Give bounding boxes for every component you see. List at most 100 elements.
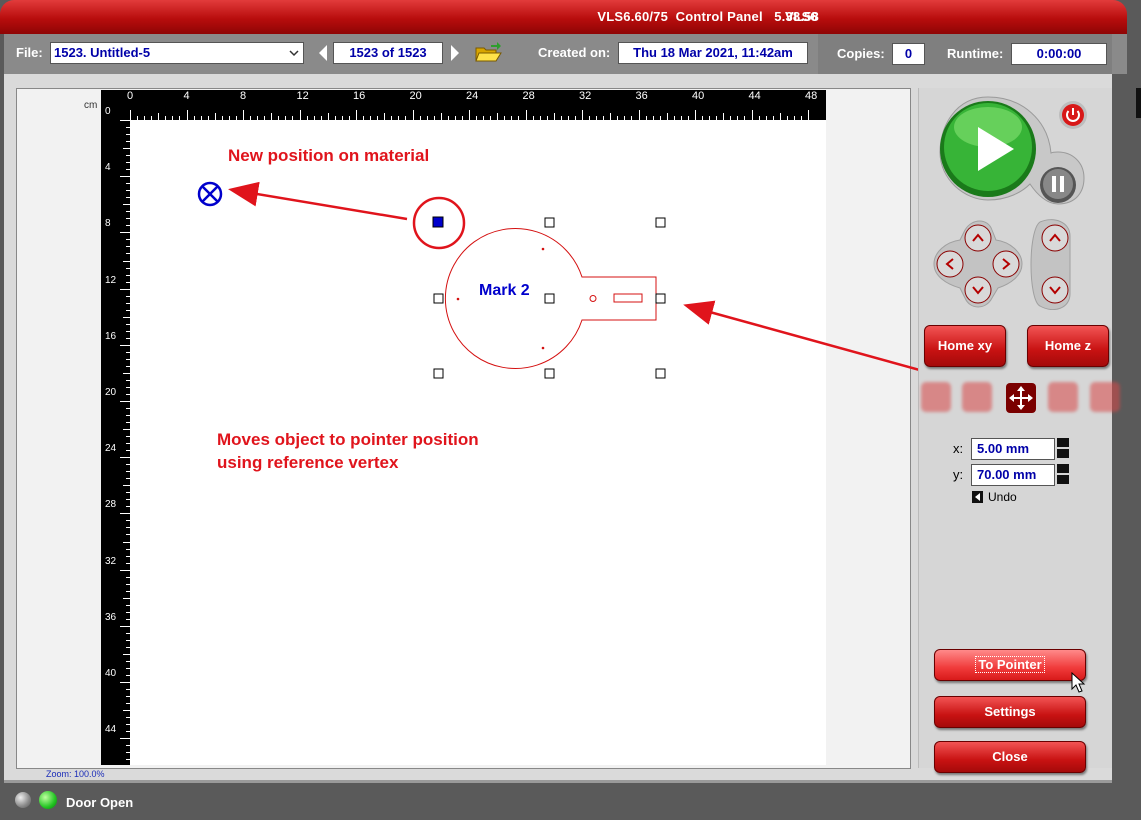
ruler-tick (384, 113, 386, 120)
ruler-tick (123, 710, 130, 712)
ruler-unit: cm (84, 100, 98, 111)
ruler-tick (278, 116, 280, 120)
ruler-tick (126, 408, 130, 410)
zoom-tool-icon[interactable] (921, 382, 951, 412)
ruler-tick (126, 134, 130, 136)
ruler-tick (126, 604, 130, 606)
ruler-tick (126, 337, 130, 339)
z-up-button[interactable] (1041, 224, 1069, 252)
ruler-tick (126, 253, 130, 255)
ruler-tick (624, 116, 626, 120)
ruler-top-label: 36 (635, 90, 648, 102)
ruler-tick (243, 110, 244, 120)
ruler-tick (126, 358, 130, 360)
ruler-tick (645, 116, 647, 120)
ruler-tick (638, 110, 640, 120)
jog-right-button[interactable] (992, 250, 1020, 278)
ruler-tick (126, 520, 130, 522)
ruler-tick (631, 116, 633, 120)
ruler-top-label: 48 (805, 90, 818, 102)
ruler-tick (126, 745, 130, 747)
ruler-tick (659, 116, 661, 120)
jog-left-button[interactable] (936, 250, 964, 278)
jog-down-button[interactable] (964, 276, 992, 304)
x-input[interactable]: 5.00 mm (971, 438, 1055, 460)
home-z-button[interactable]: Home z (1027, 325, 1109, 367)
ruler-tick (126, 731, 130, 733)
undo-icon[interactable] (972, 491, 983, 503)
ruler-tick (765, 116, 767, 120)
ruler-tick (126, 703, 130, 705)
open-folder-icon[interactable] (474, 42, 502, 64)
ruler-tick (313, 116, 315, 120)
ruler-tick (716, 116, 718, 120)
pointer-tool-icon[interactable] (962, 382, 992, 412)
ruler-tick (126, 562, 130, 564)
ruler-tick (320, 116, 322, 120)
power-button[interactable] (1058, 100, 1088, 130)
previous-job-icon[interactable] (318, 44, 328, 62)
ruler-tick (200, 116, 202, 120)
undo-label[interactable]: Undo (988, 490, 1017, 504)
close-button[interactable]: Close (934, 741, 1086, 773)
ruler-tick (419, 116, 421, 120)
ruler-top-label: 20 (409, 90, 422, 102)
rotate-tool-icon[interactable] (1048, 382, 1078, 412)
ruler-tick (126, 443, 130, 445)
ruler-tick (137, 116, 139, 120)
ruler-tick (483, 116, 485, 120)
ruler-tick (271, 113, 273, 120)
ruler-tick (126, 183, 130, 185)
file-select[interactable]: 1523. Untitled-5 (50, 42, 304, 64)
ruler-tick (377, 116, 379, 120)
x-stepper[interactable] (1057, 438, 1069, 458)
zoom-level: Zoom: 100.0% (46, 769, 105, 779)
y-stepper[interactable] (1057, 464, 1069, 484)
ruler-tick (165, 116, 167, 120)
ruler-tick (120, 457, 130, 459)
jog-up-button[interactable] (964, 224, 992, 252)
ruler-tick (476, 116, 478, 120)
ruler-tick (120, 738, 130, 740)
window-edge-marker (1136, 88, 1141, 118)
ruler-tick (800, 116, 802, 120)
ruler-top-label: 12 (296, 90, 309, 102)
ruler-tick (126, 379, 130, 381)
ruler-tick (405, 116, 407, 120)
settings-button[interactable]: Settings (934, 696, 1086, 728)
ruler-tick (695, 110, 696, 120)
ruler-tick (120, 232, 130, 234)
ruler-tick (120, 513, 130, 515)
ruler-tick (126, 436, 130, 438)
ruler-tick (398, 116, 400, 120)
ruler-top-label: 0 (127, 90, 134, 102)
ruler-tick (151, 116, 153, 120)
file-select-value: 1523. Untitled-5 (54, 45, 151, 60)
ruler-tick (702, 116, 704, 120)
ruler-tick (158, 113, 160, 120)
ruler-tick (123, 597, 130, 599)
ruler-left-label: 4 (105, 162, 111, 174)
home-xy-button[interactable]: Home xy (924, 325, 1006, 367)
file-label: File: (16, 45, 43, 60)
ruler-tick (126, 555, 130, 557)
move-tool-button[interactable] (1005, 382, 1037, 414)
to-pointer-button[interactable]: To Pointer (934, 649, 1086, 681)
grid-tool-icon[interactable] (1090, 382, 1120, 412)
ruler-tick (120, 401, 130, 402)
ruler-tick (412, 110, 414, 120)
next-job-icon[interactable] (450, 44, 460, 62)
ruler-tick (120, 120, 130, 121)
ruler-tick (126, 639, 130, 641)
ruler-tick (327, 113, 329, 120)
copies-count: 0 (892, 43, 925, 65)
z-down-button[interactable] (1041, 276, 1069, 304)
ruler-tick (123, 148, 130, 150)
ruler-tick (546, 116, 548, 120)
ruler-tick (144, 116, 146, 120)
y-input[interactable]: 70.00 mm (971, 464, 1055, 486)
ruler-tick (433, 116, 435, 120)
ruler-left (101, 90, 130, 765)
annotation-new-position: New position on material (228, 146, 430, 165)
ruler-tick (250, 116, 252, 120)
